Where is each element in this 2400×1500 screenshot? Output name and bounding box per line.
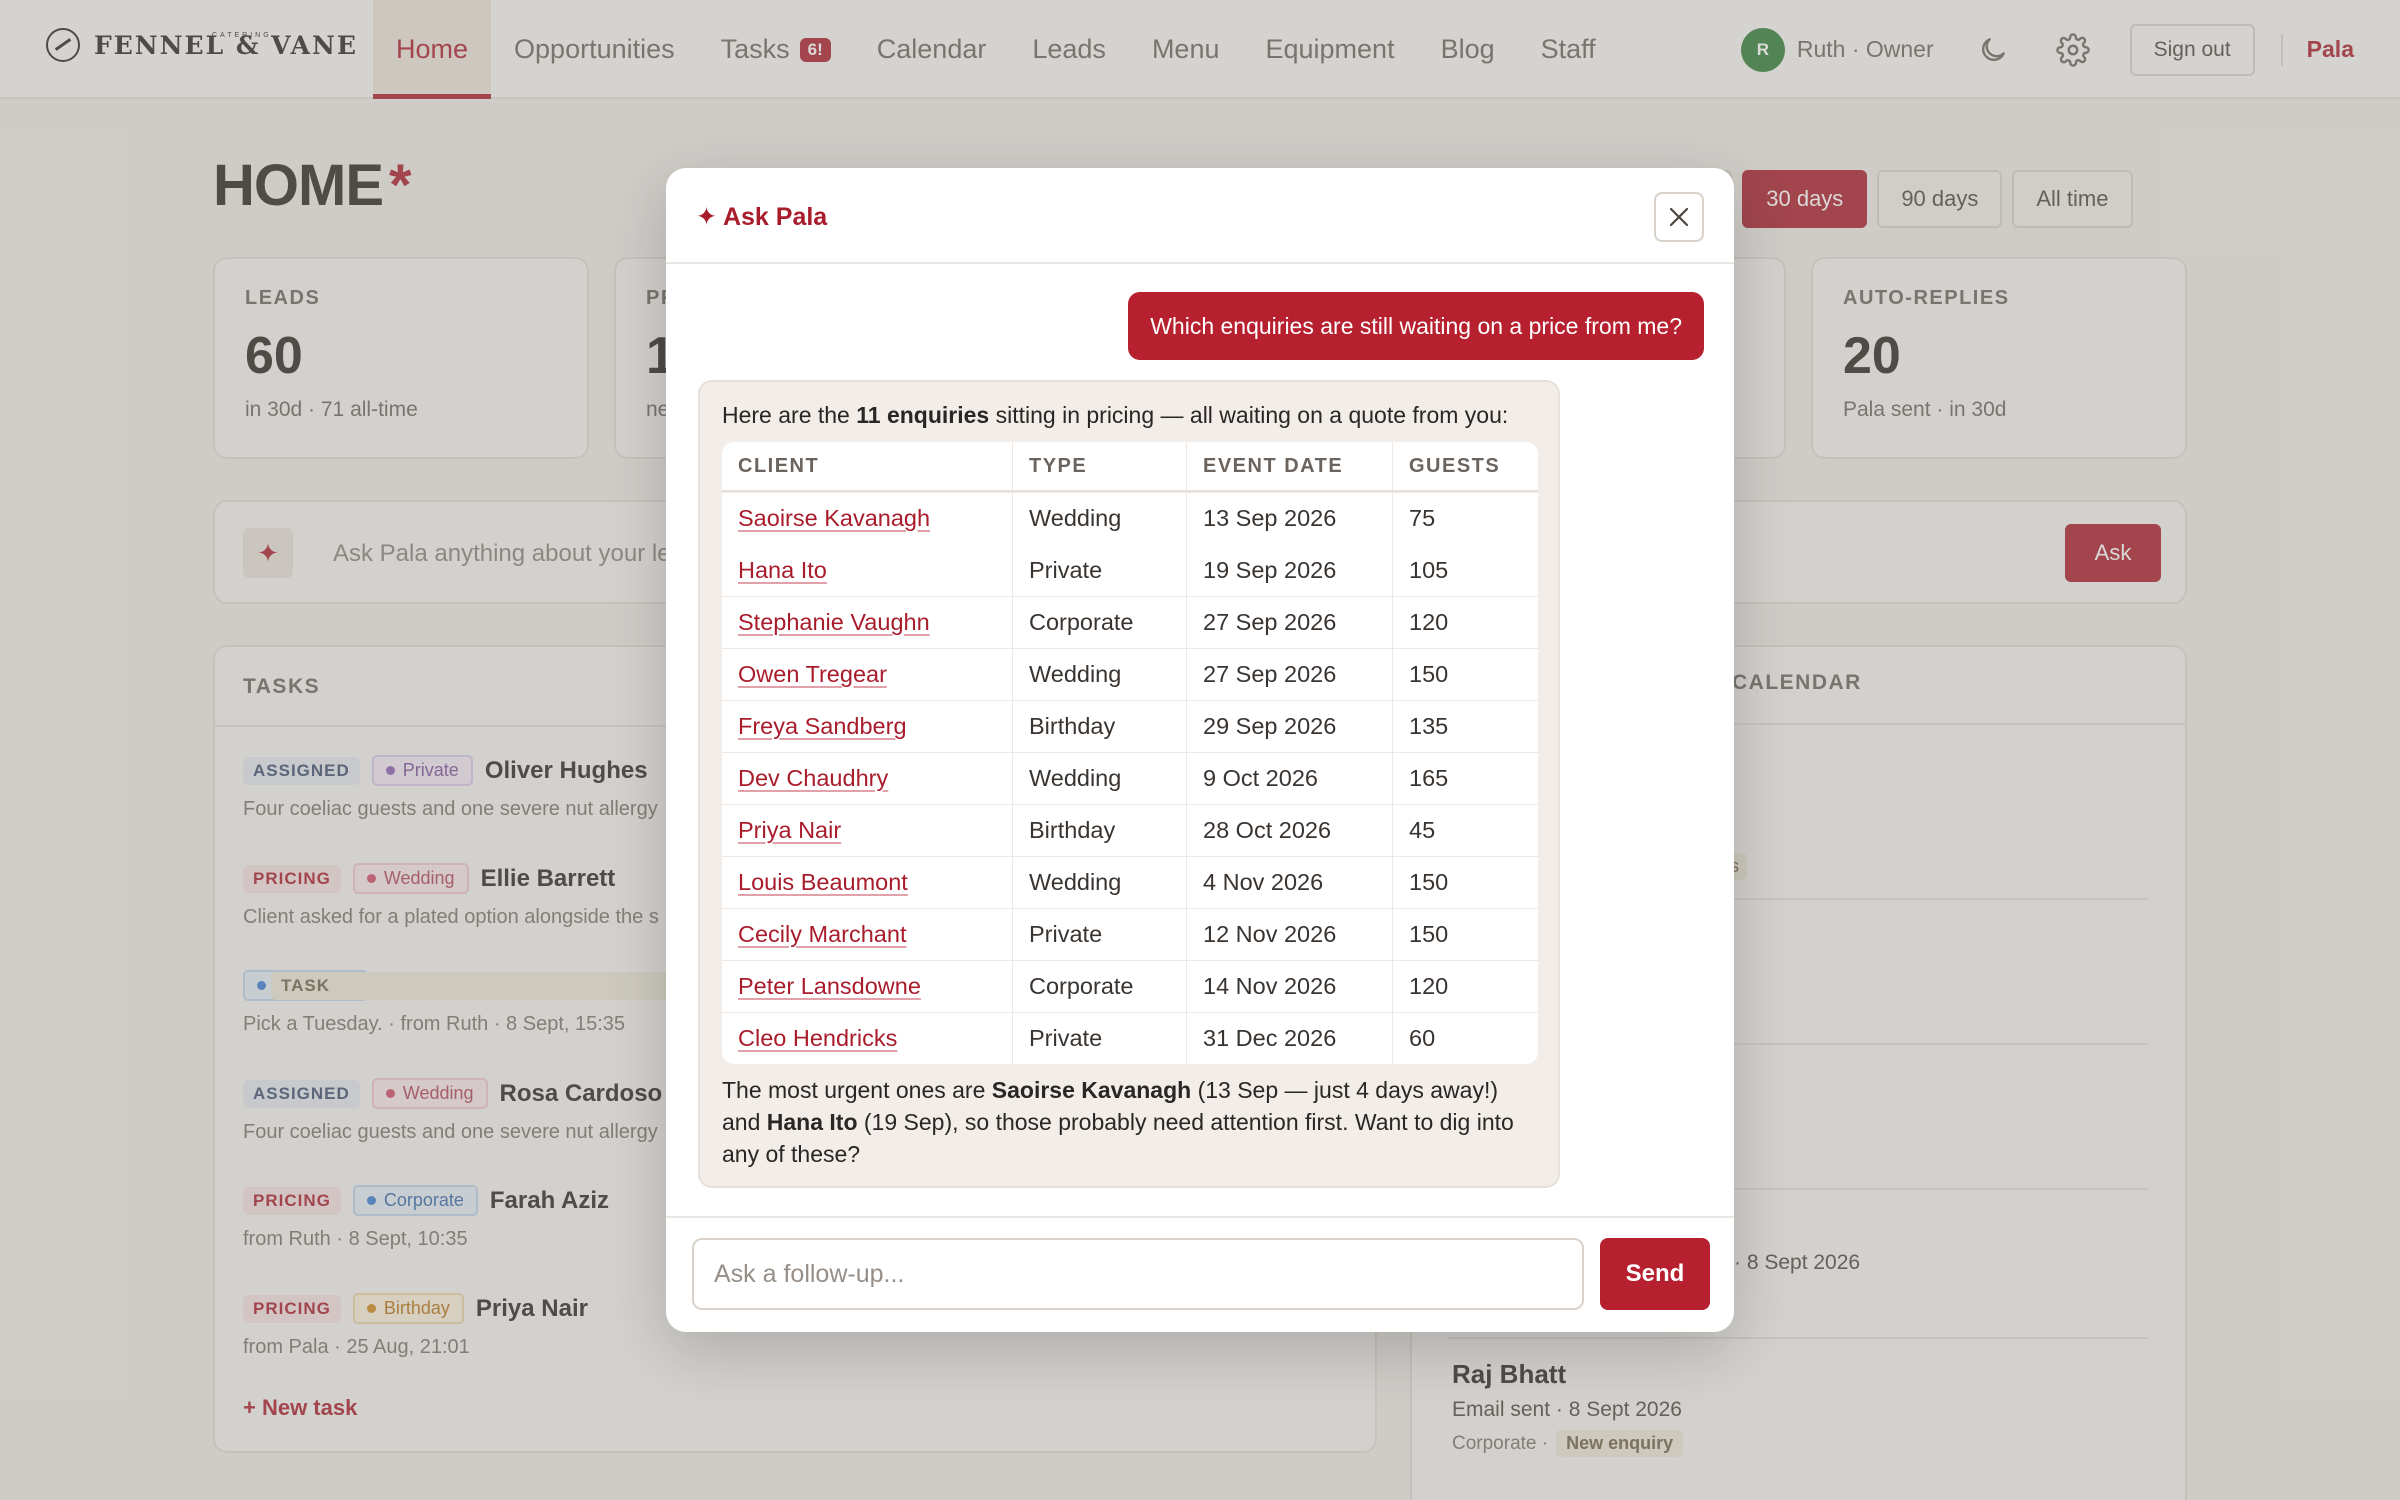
client-link[interactable]: Stephanie Vaughn: [738, 609, 930, 635]
table-cell: 120: [1392, 960, 1538, 1012]
client-link[interactable]: Saoirse Kavanagh: [738, 505, 930, 531]
table-cell: 135: [1392, 700, 1538, 752]
reply-intro-text: sitting in pricing — all waiting on a qu…: [989, 402, 1509, 428]
table-cell: 27 Sep 2026: [1186, 596, 1392, 648]
table-cell: Birthday: [1012, 700, 1186, 752]
table-cell: Saoirse Kavanagh: [722, 492, 1012, 544]
client-link[interactable]: Cleo Hendricks: [738, 1025, 897, 1051]
table-row[interactable]: Saoirse Kavanagh Wedding 13 Sep 2026 75: [722, 492, 1538, 544]
table-cell: Private: [1012, 544, 1186, 596]
reply-intro-count: 11 enquiries: [856, 402, 990, 428]
table-row[interactable]: Cecily Marchant Private 12 Nov 2026 150: [722, 908, 1538, 960]
table-cell: Private: [1012, 908, 1186, 960]
table-cell: 9 Oct 2026: [1186, 752, 1392, 804]
table-row[interactable]: Louis Beaumont Wedding 4 Nov 2026 150: [722, 856, 1538, 908]
assistant-reply: Here are the 11 enquiries sitting in pri…: [698, 380, 1560, 1188]
page: FENNEL & VANE CATERING Home Opportunities…: [0, 0, 2400, 1500]
client-name-highlight: Saoirse Kavanagh: [991, 1077, 1192, 1103]
client-link[interactable]: Louis Beaumont: [738, 869, 908, 895]
table-cell: 120: [1392, 596, 1538, 648]
client-name-highlight: Hana Ito: [766, 1109, 858, 1135]
enquiries-table: CLIENT TYPE EVENT DATE GUESTS Saoirse Kavan…: [722, 442, 1538, 1064]
ask-pala-modal: ✦ Ask Pala Which enquiries are still wai…: [666, 168, 1734, 1332]
close-icon: [1669, 207, 1689, 227]
table-cell: Wedding: [1012, 648, 1186, 700]
client-link[interactable]: Owen Tregear: [738, 661, 887, 687]
table-cell: 150: [1392, 648, 1538, 700]
table-cell: 105: [1392, 544, 1538, 596]
send-button[interactable]: Send: [1600, 1238, 1710, 1310]
column-header[interactable]: TYPE: [1012, 442, 1186, 492]
table-cell: Hana Ito: [722, 544, 1012, 596]
reply-outro: The most urgent ones are Saoirse Kavanag…: [722, 1074, 1534, 1170]
client-link[interactable]: Dev Chaudhry: [738, 765, 888, 791]
table-cell: 75: [1392, 492, 1538, 544]
table-cell: Louis Beaumont: [722, 856, 1012, 908]
table-cell: 31 Dec 2026: [1186, 1012, 1392, 1064]
column-header[interactable]: CLIENT: [722, 442, 1012, 492]
table-cell: 60: [1392, 1012, 1538, 1064]
table-cell: 27 Sep 2026: [1186, 648, 1392, 700]
table-header: CLIENT TYPE EVENT DATE GUESTS: [722, 442, 1538, 492]
table-cell: 150: [1392, 908, 1538, 960]
table-row[interactable]: Cleo Hendricks Private 31 Dec 2026 60: [722, 1012, 1538, 1064]
client-link[interactable]: Hana Ito: [738, 557, 827, 583]
table-cell: 14 Nov 2026: [1186, 960, 1392, 1012]
table-row[interactable]: Hana Ito Private 19 Sep 2026 105: [722, 544, 1538, 596]
column-header[interactable]: EVENT DATE: [1186, 442, 1392, 492]
table-cell: Owen Tregear: [722, 648, 1012, 700]
table-cell: Wedding: [1012, 492, 1186, 544]
reply-text: The most urgent ones are: [722, 1077, 992, 1103]
follow-up-input[interactable]: [692, 1238, 1584, 1310]
column-header[interactable]: GUESTS: [1392, 442, 1538, 492]
table-cell: Private: [1012, 1012, 1186, 1064]
table-cell: 45: [1392, 804, 1538, 856]
modal-footer: Send: [666, 1216, 1734, 1332]
table-cell: 29 Sep 2026: [1186, 700, 1392, 752]
client-link[interactable]: Freya Sandberg: [738, 713, 907, 739]
table-cell: 165: [1392, 752, 1538, 804]
table-row[interactable]: Priya Nair Birthday 28 Oct 2026 45: [722, 804, 1538, 856]
table-body: Saoirse Kavanagh Wedding 13 Sep 2026 75 Hana…: [722, 492, 1538, 1064]
table-cell: Freya Sandberg: [722, 700, 1012, 752]
table-cell: 13 Sep 2026: [1186, 492, 1392, 544]
modal-header: ✦ Ask Pala: [666, 168, 1734, 264]
table-cell: Cleo Hendricks: [722, 1012, 1012, 1064]
close-button[interactable]: [1654, 192, 1704, 242]
table-row[interactable]: Owen Tregear Wedding 27 Sep 2026 150: [722, 648, 1538, 700]
table-cell: 150: [1392, 856, 1538, 908]
modal-title: ✦ Ask Pala: [696, 203, 828, 231]
table-cell: Wedding: [1012, 856, 1186, 908]
client-link[interactable]: Peter Lansdowne: [738, 973, 921, 999]
table-cell: Priya Nair: [722, 804, 1012, 856]
client-link[interactable]: Cecily Marchant: [738, 921, 906, 947]
table-cell: Dev Chaudhry: [722, 752, 1012, 804]
table-row[interactable]: Stephanie Vaughn Corporate 27 Sep 2026 120: [722, 596, 1538, 648]
table-cell: 12 Nov 2026: [1186, 908, 1392, 960]
table-cell: 28 Oct 2026: [1186, 804, 1392, 856]
table-cell: 4 Nov 2026: [1186, 856, 1392, 908]
table-cell: Stephanie Vaughn: [722, 596, 1012, 648]
table-row[interactable]: Dev Chaudhry Wedding 9 Oct 2026 165: [722, 752, 1538, 804]
reply-intro-text: Here are the: [722, 402, 857, 428]
table-cell: Wedding: [1012, 752, 1186, 804]
table-cell: Corporate: [1012, 960, 1186, 1012]
table-cell: 19 Sep 2026: [1186, 544, 1392, 596]
table-cell: Cecily Marchant: [722, 908, 1012, 960]
reply-intro: Here are the 11 enquiries sitting in pri…: [722, 402, 1508, 429]
table-cell: Corporate: [1012, 596, 1186, 648]
table-cell: Peter Lansdowne: [722, 960, 1012, 1012]
table-row[interactable]: Peter Lansdowne Corporate 14 Nov 2026 120: [722, 960, 1538, 1012]
client-link[interactable]: Priya Nair: [738, 817, 841, 843]
user-message-bubble: Which enquiries are still waiting on a p…: [1128, 292, 1704, 360]
table-cell: Birthday: [1012, 804, 1186, 856]
table-row[interactable]: Freya Sandberg Birthday 29 Sep 2026 135: [722, 700, 1538, 752]
